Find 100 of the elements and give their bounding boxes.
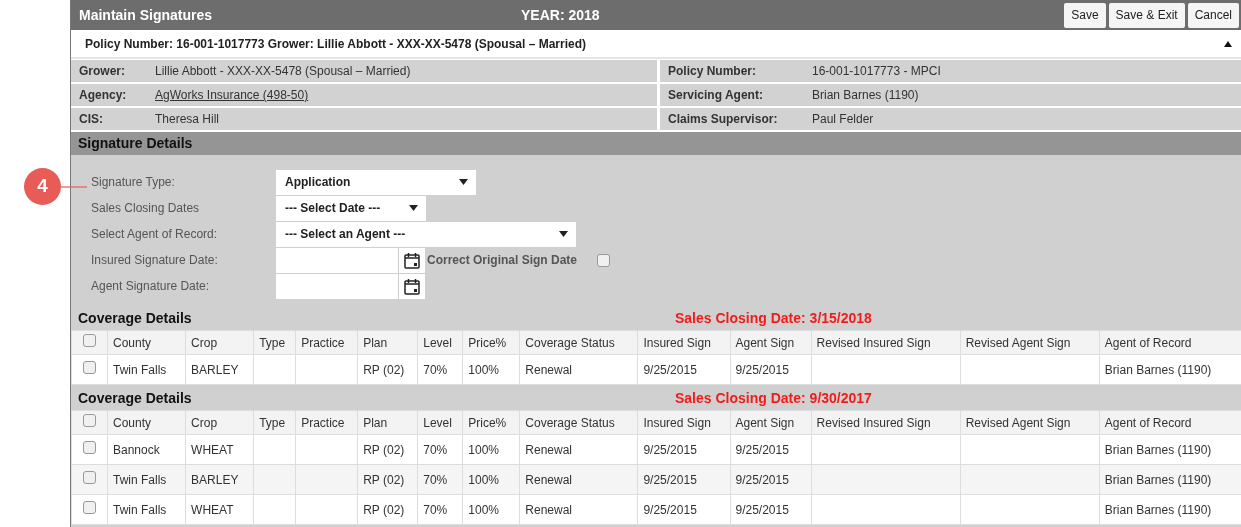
table-cell: 9/25/2015 (637, 494, 730, 525)
dropdown[interactable]: --- Select an Agent --- (276, 221, 576, 247)
table-cell: Bannock (107, 434, 186, 465)
info-value: Paul Felder (812, 111, 874, 128)
table-cell: 100% (462, 464, 520, 495)
column-header: Price% (462, 410, 520, 435)
table-cell: RP (02) (357, 494, 418, 525)
field-label: Signature Type: (91, 174, 176, 191)
field-label: Agent Signature Date: (91, 278, 211, 295)
table-cell: 9/25/2015 (637, 354, 730, 385)
table-cell: Renewal (519, 464, 638, 495)
toolbar-button[interactable]: Save & Exit (1108, 2, 1185, 28)
table-cell: Renewal (519, 354, 638, 385)
column-header: Crop (185, 410, 254, 435)
checkbox[interactable] (597, 253, 610, 267)
calendar-button[interactable] (399, 247, 425, 273)
table-cell: WHEAT (185, 434, 254, 465)
column-header: Coverage Status (519, 410, 638, 435)
column-header: Insured Sign (637, 410, 730, 435)
info-value: Lillie Abbott - XXX-XX-5478 (Spousal – Married) (155, 63, 411, 80)
date-input-field[interactable] (276, 247, 399, 273)
toolbar-button[interactable]: Cancel (1187, 2, 1239, 28)
calendar-icon[interactable] (404, 277, 420, 295)
caret-icon (459, 179, 468, 185)
table-cell (295, 494, 358, 525)
dropdown[interactable]: --- Select Date --- (276, 195, 426, 221)
column-header: Type (253, 410, 296, 435)
table-cell (253, 494, 296, 525)
checkbox[interactable] (83, 440, 96, 454)
column-header: Plan (357, 410, 418, 435)
column-header: Agent Sign (730, 410, 812, 435)
column-header: Practice (295, 410, 358, 435)
table-cell (295, 354, 358, 385)
table-cell (253, 464, 296, 495)
column-header: Revised Insured Sign (811, 410, 961, 435)
column-header: Practice (295, 330, 358, 355)
checkbox[interactable] (83, 470, 96, 484)
info-value: 16-001-1017773 - MPCI (812, 63, 941, 80)
info-value: Brian Barnes (1190) (812, 87, 919, 104)
column-header: Revised Agent Sign (960, 330, 1100, 355)
date-input-field[interactable] (276, 273, 399, 299)
table-cell: BARLEY (185, 464, 254, 495)
section-title: Signature Details (78, 134, 193, 153)
info-value: Theresa Hill (155, 111, 220, 128)
table-cell: 100% (462, 354, 520, 385)
info-label: Claims Supervisor: (668, 111, 779, 128)
table-cell: 70% (417, 354, 463, 385)
callout-badge: 4 (24, 168, 61, 205)
info-label: Grower: (79, 63, 126, 80)
calendar-icon[interactable] (404, 251, 420, 269)
column-header: Agent Sign (730, 330, 812, 355)
dropdown[interactable]: Application (276, 169, 476, 195)
table-cell: 100% (462, 494, 520, 525)
table-cell: 9/25/2015 (730, 354, 812, 385)
window-title: Maintain Signatures (79, 5, 214, 25)
column-header: County (107, 330, 186, 355)
table-cell: 70% (417, 494, 463, 525)
info-label: Agency: (79, 87, 128, 104)
checkbox[interactable] (83, 413, 96, 427)
column-header: Agent of Record (1099, 330, 1241, 355)
table-cell: RP (02) (357, 434, 418, 465)
table-cell (295, 464, 358, 495)
checkbox[interactable] (83, 500, 96, 514)
field-label: Sales Closing Dates (91, 200, 201, 217)
agency-link[interactable]: AgWorks Insurance (498-50) (155, 86, 309, 104)
field-label: Insured Signature Date: (91, 252, 219, 269)
column-header: Level (417, 410, 463, 435)
info-label: Policy Number: (668, 63, 758, 80)
column-header: Agent of Record (1099, 410, 1241, 435)
table-cell: 9/25/2015 (730, 434, 812, 465)
table-cell: 9/25/2015 (730, 494, 812, 525)
table-cell: WHEAT (185, 494, 254, 525)
field-label: Select Agent of Record: (91, 226, 219, 243)
table-cell: Renewal (519, 434, 638, 465)
section-title: Coverage Details (78, 309, 193, 328)
table-cell (253, 354, 296, 385)
column-header: Type (253, 330, 296, 355)
leader-line (61, 185, 87, 188)
table-cell: 9/25/2015 (637, 434, 730, 465)
sales-closing-date: Sales Closing Date: 3/15/2018 (675, 309, 872, 328)
column-header: Revised Agent Sign (960, 410, 1100, 435)
calendar-button[interactable] (399, 273, 425, 299)
section-title: Coverage Details (78, 389, 193, 408)
column-header: Crop (185, 330, 254, 355)
table-cell: RP (02) (357, 354, 418, 385)
table-cell: Twin Falls (107, 354, 186, 385)
table-cell: RP (02) (357, 464, 418, 495)
table-cell: 70% (417, 434, 463, 465)
year-label: YEAR: 2018 (521, 5, 600, 25)
table-cell (253, 434, 296, 465)
table-cell: 70% (417, 464, 463, 495)
column-header: Plan (357, 330, 418, 355)
checkbox[interactable] (83, 360, 96, 374)
sales-closing-date: Sales Closing Date: 9/30/2017 (675, 389, 872, 408)
table-cell: Renewal (519, 494, 638, 525)
table-cell (295, 434, 358, 465)
toolbar-button[interactable]: Save (1064, 2, 1106, 28)
collapse-icon[interactable] (1224, 40, 1232, 47)
checkbox[interactable] (83, 333, 96, 347)
table-cell: Twin Falls (107, 464, 186, 495)
